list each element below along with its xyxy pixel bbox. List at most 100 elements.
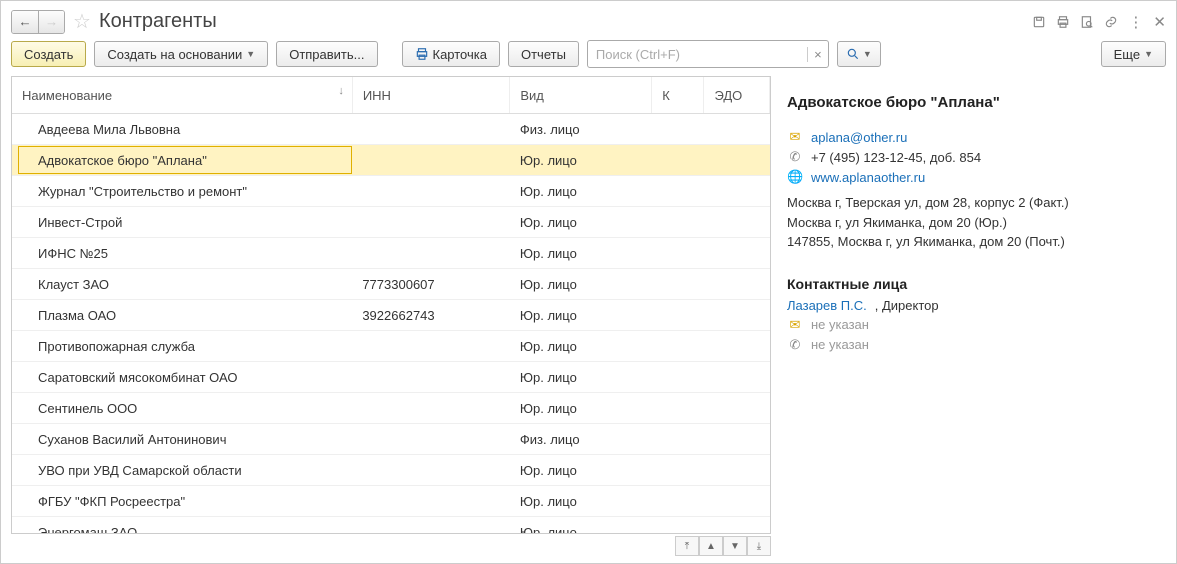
cell-inn <box>352 455 510 486</box>
contact-role: , Директор <box>875 298 939 313</box>
cell-edo <box>704 114 770 145</box>
create-button[interactable]: Создать <box>11 41 86 67</box>
cell-kind: Юр. лицо <box>510 362 652 393</box>
more-menu-icon[interactable]: ⋮ <box>1128 13 1143 31</box>
reports-label: Отчеты <box>521 47 566 62</box>
search-input[interactable] <box>588 47 807 62</box>
sort-asc-icon: ↓ <box>338 85 344 97</box>
table-row[interactable]: Адвокатское бюро "Аплана" Юр. лицо <box>12 145 770 176</box>
cell-k <box>652 362 704 393</box>
table-row[interactable]: УВО при УВД Самарской областиЮр. лицо <box>12 455 770 486</box>
cell-edo <box>704 207 770 238</box>
col-edo-label: ЭДО <box>714 88 742 103</box>
reports-button[interactable]: Отчеты <box>508 41 579 67</box>
col-name-label: Наименование <box>22 88 112 103</box>
table-row[interactable]: Авдеева Мила ЛьвовнаФиз. лицо <box>12 114 770 145</box>
print-icon[interactable] <box>1056 15 1070 29</box>
table-row[interactable]: Сентинель ОООЮр. лицо <box>12 393 770 424</box>
header-actions: ⋮ ✕ <box>1032 13 1166 31</box>
save-icon[interactable] <box>1032 15 1046 29</box>
col-header-k[interactable]: К <box>652 77 704 114</box>
cell-k <box>652 145 704 176</box>
table-row[interactable]: Плазма ОАО3922662743Юр. лицо <box>12 300 770 331</box>
cell-name: Плазма ОАО <box>12 300 352 331</box>
table-row[interactable]: Инвест-СтройЮр. лицо <box>12 207 770 238</box>
link-icon[interactable] <box>1104 15 1118 29</box>
table-row[interactable]: Клауст ЗАО7773300607Юр. лицо <box>12 269 770 300</box>
detail-web-line: 🌐 www.aplanaother.ru <box>787 169 1166 185</box>
header: ← → ☆ Контрагенты ⋮ ✕ <box>11 9 1166 34</box>
cell-name: Сентинель ООО <box>12 393 352 424</box>
cell-kind: Физ. лицо <box>510 424 652 455</box>
arrow-right-icon: → <box>45 14 58 29</box>
detail-email-line: ✉ aplana@other.ru <box>787 129 1166 145</box>
pager-last-button[interactable]: ⤓ <box>747 536 771 556</box>
col-header-edo[interactable]: ЭДО <box>704 77 770 114</box>
nav-forward-button[interactable]: → <box>38 11 64 33</box>
create-based-on-button[interactable]: Создать на основании ▼ <box>94 41 268 67</box>
close-icon[interactable]: ✕ <box>1153 13 1166 31</box>
cell-name: УВО при УВД Самарской области <box>12 455 352 486</box>
table-header-row: Наименование ↓ ИНН Вид К <box>12 77 770 114</box>
table-zone: Наименование ↓ ИНН Вид К <box>11 76 771 556</box>
detail-email[interactable]: aplana@other.ru <box>811 130 907 145</box>
table-row[interactable]: Противопожарная службаЮр. лицо <box>12 331 770 362</box>
page-title: Контрагенты <box>99 10 217 33</box>
cell-inn <box>352 145 510 176</box>
address-actual: Москва г, Тверская ул, дом 28, корпус 2 … <box>787 193 1166 213</box>
phone-icon: ✆ <box>787 149 803 165</box>
nav-back-button[interactable]: ← <box>12 11 38 33</box>
arrow-left-icon: ← <box>18 14 31 29</box>
cell-name: Адвокатское бюро "Аплана" <box>12 145 352 176</box>
table-row[interactable]: Суханов Василий Антонинович Физ. лицо <box>12 424 770 455</box>
preview-icon[interactable] <box>1080 15 1094 29</box>
table-row[interactable]: Саратовский мясокомбинат ОАО Юр. лицо <box>12 362 770 393</box>
send-label: Отправить... <box>289 47 364 62</box>
cell-k <box>652 517 704 535</box>
table-row[interactable]: ФГБУ "ФКП Росреестра"Юр. лицо <box>12 486 770 517</box>
col-header-inn[interactable]: ИНН <box>352 77 510 114</box>
cell-name: Саратовский мясокомбинат ОАО <box>12 362 352 393</box>
cell-kind: Юр. лицо <box>510 145 652 176</box>
favorite-star-icon[interactable]: ☆ <box>73 9 91 34</box>
table-row[interactable]: ИФНС №25 Юр. лицо <box>12 238 770 269</box>
cell-name: Суханов Василий Антонинович <box>12 424 352 455</box>
contact-name[interactable]: Лазарев П.С. <box>787 298 867 313</box>
cell-name: Инвест-Строй <box>12 207 352 238</box>
col-kind-label: Вид <box>520 88 544 103</box>
table-row[interactable]: Энергомаш ЗАОЮр. лицо <box>12 517 770 535</box>
cell-kind: Физ. лицо <box>510 114 652 145</box>
nav-buttons: ← → <box>11 10 65 34</box>
magnifier-icon <box>846 47 860 61</box>
cell-k <box>652 207 704 238</box>
cell-k <box>652 300 704 331</box>
col-header-kind[interactable]: Вид <box>510 77 652 114</box>
search-button[interactable]: ▼ <box>837 41 881 67</box>
cell-name: ИФНС №25 <box>12 238 352 269</box>
cell-inn <box>352 176 510 207</box>
contact-email-line: ✉ не указан <box>787 317 1166 333</box>
pager-up-button[interactable]: ▲ <box>699 536 723 556</box>
more-button[interactable]: Еще ▼ <box>1101 41 1166 67</box>
detail-website[interactable]: www.aplanaother.ru <box>811 170 925 185</box>
contractors-grid[interactable]: Наименование ↓ ИНН Вид К <box>11 76 771 534</box>
cell-inn <box>352 393 510 424</box>
mail-icon: ✉ <box>787 129 803 145</box>
col-header-name[interactable]: Наименование ↓ <box>12 77 352 114</box>
cell-kind: Юр. лицо <box>510 300 652 331</box>
search-clear-icon[interactable]: × <box>807 47 828 62</box>
table-row[interactable]: Журнал "Строительство и ремонт"Юр. лицо <box>12 176 770 207</box>
contact-phone-missing: не указан <box>811 337 869 352</box>
printer-icon <box>415 47 429 61</box>
pager-down-button[interactable]: ▼ <box>723 536 747 556</box>
card-button[interactable]: Карточка <box>402 41 500 67</box>
pager-first-button[interactable]: ⤒ <box>675 536 699 556</box>
cell-k <box>652 114 704 145</box>
detail-phone-line: ✆ +7 (495) 123-12-45, доб. 854 <box>787 149 1166 165</box>
cell-name: Клауст ЗАО <box>12 269 352 300</box>
chevron-down-icon: ▼ <box>863 49 872 59</box>
contact-line: Лазарев П.С. , Директор <box>787 298 1166 313</box>
cell-kind: Юр. лицо <box>510 486 652 517</box>
send-button[interactable]: Отправить... <box>276 41 377 67</box>
cell-kind: Юр. лицо <box>510 238 652 269</box>
